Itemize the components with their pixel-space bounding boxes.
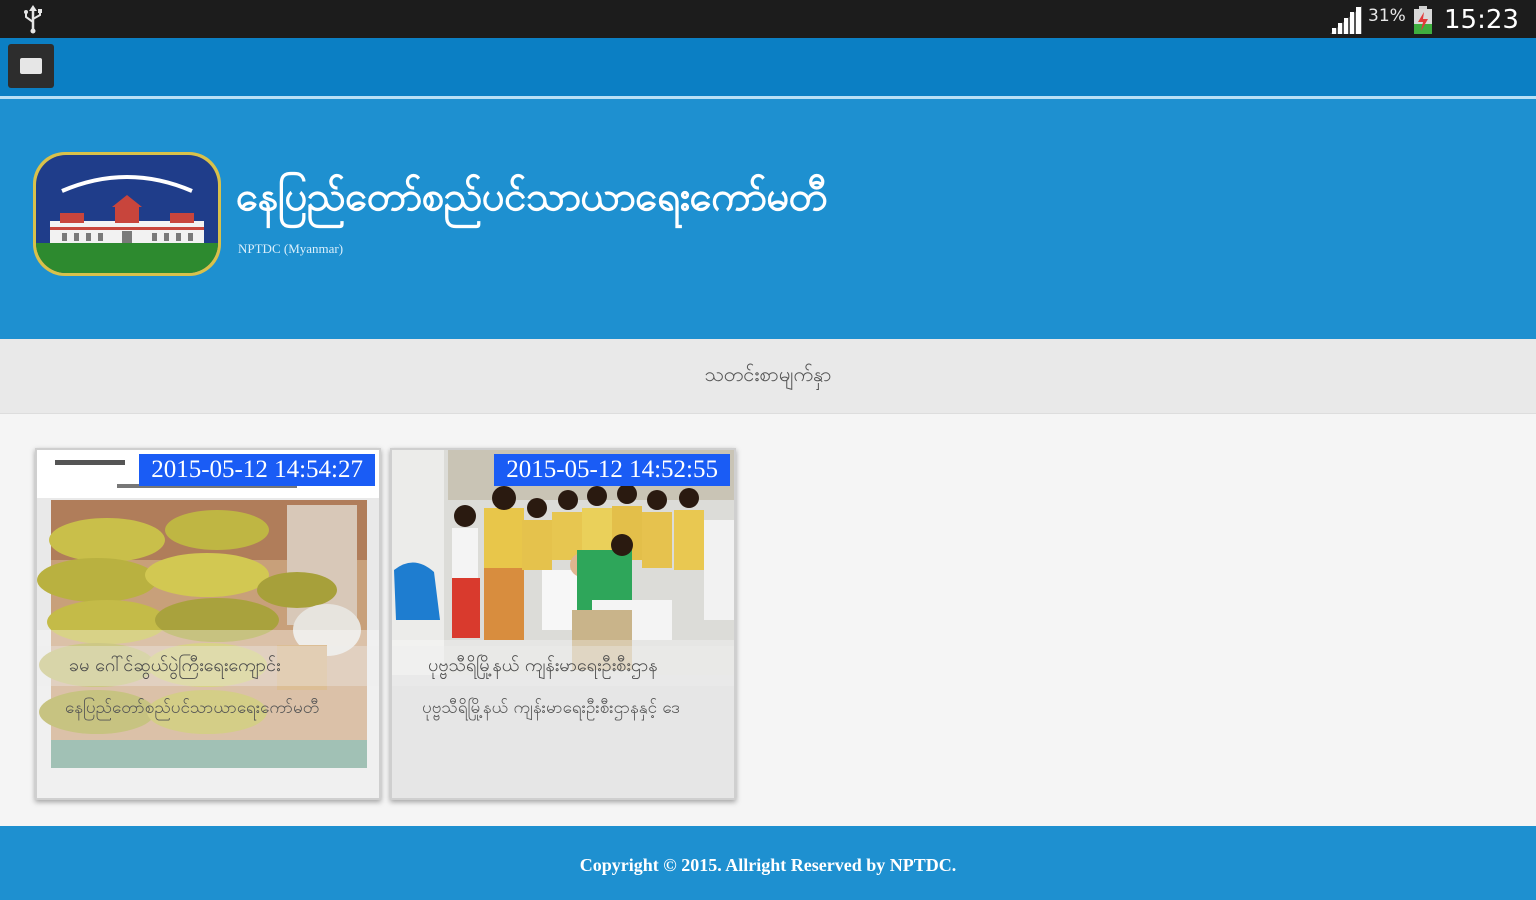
news-description: ပုဗ္ဗသီရိမြို့နယ် ကျန်းမာရေးဦးစီးဌာနနှင့…: [422, 698, 680, 718]
news-headline: ခမ ဂေါ်င်ဆွယ်ပွဲကြီးရေးကျောင်း: [37, 646, 379, 686]
news-date: 2015-05-12 14:54:27: [139, 454, 375, 486]
battery-percentage: 31%: [1368, 6, 1406, 26]
section-header: သတင်းစာမျက်နှာ: [0, 339, 1536, 414]
battery-charging-icon: [1414, 6, 1432, 34]
nptdc-emblem-logo: [33, 152, 221, 276]
site-header: နေပြည်တော်စည်ပင်သာယာရေးကော်မတီ NPTDC (My…: [0, 99, 1536, 339]
news-date: 2015-05-12 14:52:55: [494, 454, 730, 486]
site-title: နေပြည်တော်စည်ပင်သာယာရေးကော်မတီ: [236, 174, 828, 220]
action-bar: [0, 38, 1536, 96]
status-bar: 31% 15:23: [0, 0, 1536, 38]
health-staff-group-photo: [392, 450, 734, 798]
cell-signal-icon: [1330, 6, 1362, 34]
menu-icon: [20, 58, 42, 74]
clock: 15:23: [1444, 5, 1519, 35]
section-title: သတင်းစာမျက်နှာ: [704, 362, 832, 386]
usb-icon: [24, 5, 42, 34]
footer: Copyright © 2015. Allright Reserved by N…: [0, 826, 1536, 900]
menu-button[interactable]: [8, 44, 54, 88]
news-headline: ပုဗ္ဗသီရိမြို့နယ် ကျန်းမာရေးဦးစီးဌာန: [392, 646, 734, 686]
news-description: နေပြည်တော်စည်ပင်သာယာရေးကော်မတီ: [65, 698, 320, 718]
news-card[interactable]: 2015-05-12 14:54:27 ခမ ဂေါ်င်ဆွယ်ပွဲကြီး…: [35, 448, 381, 800]
site-subtitle: NPTDC (Myanmar): [238, 241, 344, 256]
rice-sacks-photo: [37, 450, 379, 798]
copyright-text: Copyright © 2015. Allright Reserved by N…: [579, 855, 957, 875]
news-card[interactable]: 2015-05-12 14:52:55 ပုဗ္ဗသီရိမြို့နယ် ကျ…: [390, 448, 736, 800]
